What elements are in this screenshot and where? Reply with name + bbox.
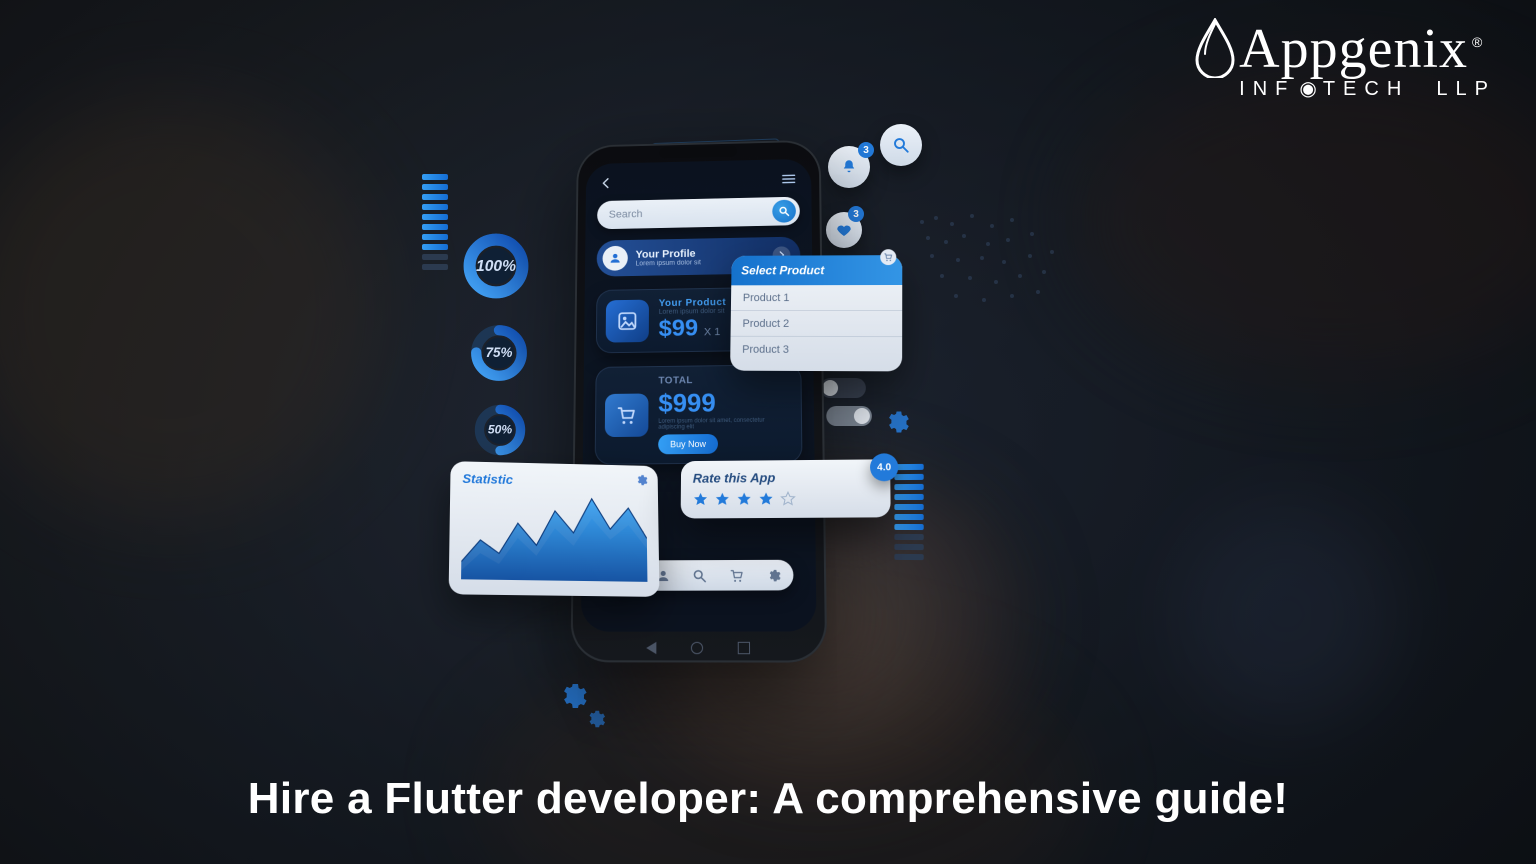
target-icon: ◉ [1299,78,1318,100]
notifications-bubble[interactable]: 3 [828,146,870,188]
bg-blur [0,100,380,520]
cart-dot-icon [880,249,896,265]
rating-score-badge: 4.0 [870,453,898,481]
bg-blur [1076,60,1536,380]
gear-icon [882,408,910,436]
star-icon [758,491,774,507]
hero-image: Appgenix® INF◉TECH LLP 3 3 [0,0,1536,864]
total-desc: Lorem ipsum dolor sit amet, consectetur … [658,417,792,430]
gear-icon[interactable] [634,473,648,487]
search-button[interactable] [772,200,796,223]
select-product-title: Select Product [741,263,824,277]
progress-ring-50: 50% [472,402,528,458]
phone-notch [659,146,736,159]
select-product-item[interactable]: Product 3 [730,337,902,364]
brand-sub-mid: TECH [1323,78,1409,100]
hero-caption: Hire a Flutter developer: A comprehensiv… [0,774,1536,824]
statistic-title: Statistic [462,471,646,490]
total-card: TOTAL $999 Lorem ipsum dolor sit amet, c… [595,364,803,465]
search-icon[interactable] [692,568,707,583]
image-thumbnail-icon [606,300,649,343]
menu-icon[interactable] [780,170,798,187]
select-product-dropdown[interactable]: Select Product Product 1 Product 2 Produ… [730,255,902,371]
android-back-icon[interactable] [646,642,656,654]
likes-bubble[interactable]: 3 [826,212,862,248]
progress-ring-75: 75% [468,322,530,384]
brand-sub-right: LLP [1436,78,1496,100]
toggle-knob [854,408,870,424]
search-icon [892,136,910,154]
select-product-header: Select Product [731,255,902,285]
brand-name: Appgenix [1239,18,1468,80]
total-price: $999 [658,387,792,419]
bg-blur [1176,504,1396,724]
svg-text:75%: 75% [486,345,513,360]
star-rating[interactable] [693,490,879,507]
android-nav-bar [571,642,828,654]
gear-icon[interactable] [766,567,781,582]
likes-count-badge: 3 [848,206,864,222]
user-icon [608,251,622,265]
toggle-switch-on[interactable] [826,406,872,426]
product-price: $99 [659,315,698,342]
star-outline-icon [780,491,796,507]
rate-title: Rate this App [693,469,878,485]
profile-subtitle: Lorem ipsum dolor sit [636,259,701,267]
svg-text:100%: 100% [476,258,516,275]
app-top-bar [597,170,799,192]
heart-icon [835,221,853,239]
statistic-card: Statistic [449,461,660,597]
select-product-item[interactable]: Product 2 [731,311,903,337]
brand-sub-left: INF [1239,78,1295,100]
star-icon [714,491,730,507]
registered-mark: ® [1472,34,1483,50]
android-recent-icon[interactable] [738,642,750,654]
cart-icon[interactable] [729,568,744,583]
svg-text:50%: 50% [488,423,512,437]
toggle-switch-off[interactable] [820,378,866,398]
product-qty: X 1 [704,326,720,338]
search-placeholder: Search [609,209,643,221]
rate-app-card[interactable]: Rate this App 4.0 [681,459,891,518]
gear-icon [584,708,606,730]
toggle-knob [822,380,838,396]
brand-logo: Appgenix® INF◉TECH LLP [1239,24,1496,101]
notification-count-badge: 3 [858,142,874,158]
progress-ring-100: 100% [460,230,532,302]
cart-icon [605,393,649,437]
level-bars-left [422,174,448,270]
star-icon [693,492,709,508]
select-product-item[interactable]: Product 1 [731,285,902,311]
brand-drop-icon [1193,18,1237,78]
dots-map-decoration [910,210,1070,330]
search-input[interactable]: Search [597,197,800,230]
buy-now-button[interactable]: Buy Now [658,434,718,454]
total-label: TOTAL [658,374,791,386]
android-home-icon[interactable] [691,642,703,654]
avatar-icon [602,246,627,271]
bell-icon [840,158,858,176]
level-bars-right [894,464,923,560]
search-bubble[interactable] [880,124,922,166]
brand-subtitle: INF◉TECH LLP [1239,76,1496,101]
statistic-chart [461,492,647,582]
search-icon [778,205,790,217]
star-icon [736,491,752,507]
back-arrow-icon[interactable] [599,176,613,189]
